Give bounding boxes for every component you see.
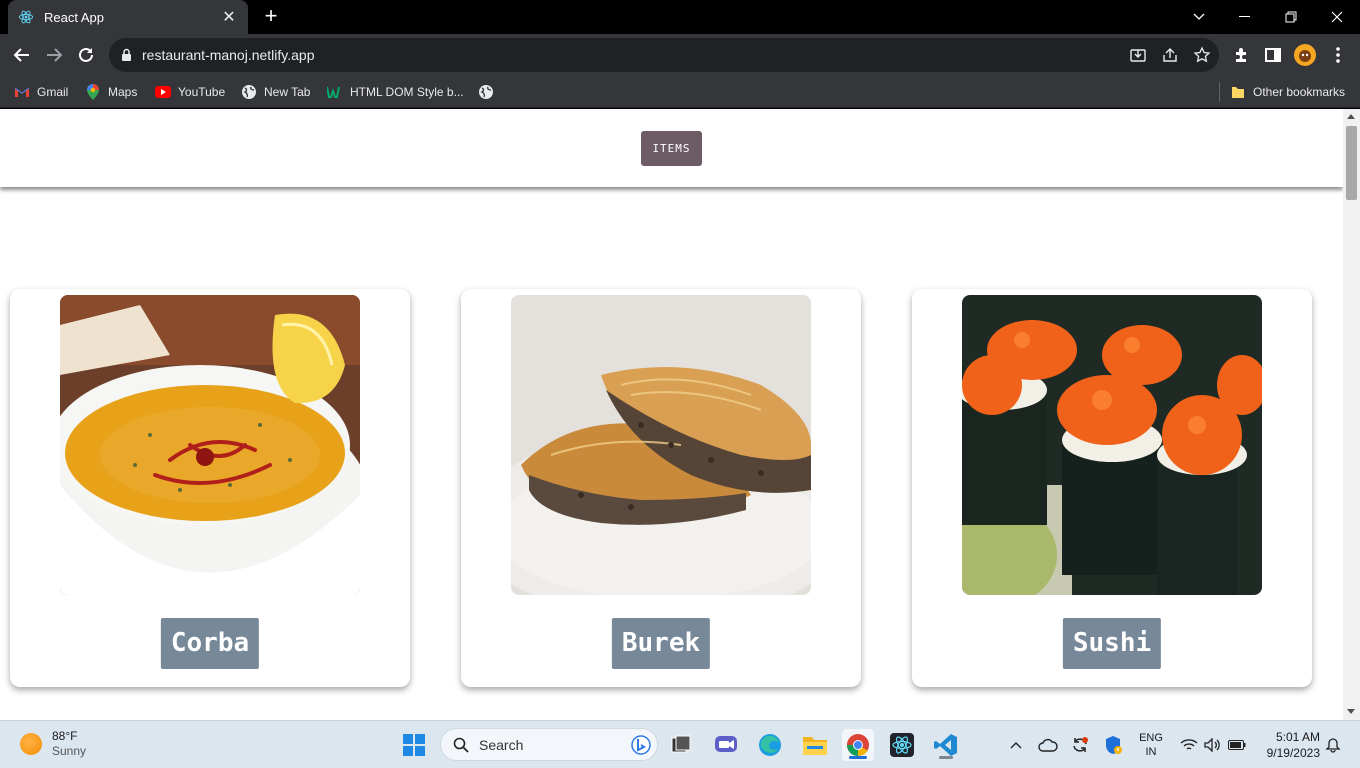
notifications-icon[interactable] (1322, 729, 1344, 761)
tab-search-icon[interactable] (1176, 0, 1222, 34)
maps-pin-icon (85, 84, 101, 100)
vscode-icon[interactable] (930, 729, 962, 761)
edge-icon[interactable] (754, 729, 786, 761)
weather-condition: Sunny (52, 744, 87, 758)
close-window-icon[interactable] (1314, 0, 1360, 34)
search-icon (453, 737, 469, 753)
close-tab-icon[interactable]: ✕ (220, 7, 238, 27)
scroll-thumb[interactable] (1346, 126, 1357, 200)
restore-icon[interactable] (1268, 0, 1314, 34)
bookmark-new-tab[interactable]: New Tab (241, 82, 310, 102)
browser-tab[interactable]: React App ✕ (8, 0, 248, 34)
page-scrollbar[interactable] (1343, 109, 1360, 720)
site-navbar: ITEMS (0, 109, 1343, 187)
profile-avatar[interactable] (1294, 44, 1316, 66)
globe-icon (241, 84, 257, 100)
react-devtools-icon[interactable] (886, 729, 918, 761)
windows-start-icon[interactable] (398, 729, 430, 761)
language-indicator[interactable]: ENG IN (1139, 731, 1163, 759)
back-icon[interactable] (6, 39, 38, 71)
bookmark-gmail[interactable]: Gmail (14, 82, 68, 102)
bookmark-star-icon[interactable] (1193, 46, 1211, 64)
url-text: restaurant-manoj.netlify.app (142, 47, 315, 63)
other-bookmarks[interactable]: Other bookmarks (1230, 82, 1345, 102)
corba-image (60, 295, 360, 595)
forward-icon[interactable] (38, 39, 70, 71)
bookmarks-divider (1219, 82, 1220, 102)
share-icon[interactable] (1161, 46, 1179, 64)
tab-strip: React App ✕ + (0, 0, 1360, 34)
windows-taskbar: 88°F Sunny Search ENG IN 5:01 AM 9/19/20… (0, 720, 1360, 768)
active-indicator (849, 756, 867, 759)
system-clock[interactable]: 5:01 AM 9/19/2023 (1258, 729, 1320, 761)
search-label: Search (479, 736, 524, 753)
card-title: Sushi (1062, 618, 1162, 669)
side-panel-icon[interactable] (1262, 44, 1284, 66)
file-explorer-icon[interactable] (799, 729, 831, 761)
active-indicator (939, 756, 953, 759)
sync-icon[interactable] (1068, 729, 1092, 761)
taskbar-search[interactable]: Search (440, 728, 658, 761)
card-title: Burek (611, 618, 711, 669)
bookmark-globe[interactable] (478, 82, 501, 102)
security-shield-icon[interactable] (1101, 729, 1125, 761)
task-view-icon[interactable] (665, 729, 697, 761)
page-viewport: ITEMS Corba Burek Sushi (0, 109, 1343, 720)
wifi-icon[interactable] (1178, 729, 1200, 761)
menu-card: Sushi (912, 289, 1312, 687)
scroll-up-icon[interactable] (1347, 114, 1355, 119)
menu-card: Corba (10, 289, 410, 687)
chrome-menu-icon[interactable] (1327, 44, 1349, 66)
install-icon[interactable] (1129, 46, 1147, 64)
sushi-image (962, 295, 1262, 595)
w3schools-icon (327, 84, 343, 100)
browser-toolbar: restaurant-manoj.netlify.app (0, 34, 1360, 76)
folder-icon (1230, 84, 1246, 100)
globe-icon (478, 84, 494, 100)
youtube-icon (155, 84, 171, 100)
lock-icon[interactable] (121, 48, 132, 62)
bing-icon[interactable] (631, 735, 651, 755)
teams-chat-icon[interactable] (710, 729, 742, 761)
burek-image (511, 295, 811, 595)
menu-card: Burek (461, 289, 861, 687)
show-hidden-icons[interactable] (1004, 729, 1028, 761)
bookmark-maps[interactable]: Maps (85, 82, 137, 102)
battery-icon[interactable] (1226, 729, 1248, 761)
chrome-taskbar-icon[interactable] (842, 729, 874, 761)
reload-icon[interactable] (70, 39, 102, 71)
bookmark-html-dom-style[interactable]: HTML DOM Style b... (327, 82, 464, 102)
tab-title: React App (44, 9, 104, 25)
minimize-icon[interactable] (1222, 0, 1268, 34)
weather-temp: 88°F (52, 729, 78, 743)
bookmarks-bar: Gmail Maps YouTube New Tab HTML DOM Styl… (0, 76, 1360, 108)
sun-icon (20, 733, 42, 755)
items-button[interactable]: ITEMS (641, 131, 702, 166)
new-tab-button[interactable]: + (259, 4, 283, 28)
onedrive-sync-icon[interactable] (1036, 729, 1060, 761)
scroll-down-icon[interactable] (1347, 709, 1355, 714)
volume-icon[interactable] (1202, 729, 1224, 761)
address-bar[interactable]: restaurant-manoj.netlify.app (109, 38, 1219, 72)
gmail-icon (14, 84, 30, 100)
bookmark-youtube[interactable]: YouTube (155, 82, 225, 102)
weather-widget[interactable]: 88°F Sunny (20, 729, 86, 759)
react-icon (18, 10, 34, 24)
extensions-icon[interactable] (1231, 44, 1253, 66)
card-title: Corba (160, 618, 260, 669)
